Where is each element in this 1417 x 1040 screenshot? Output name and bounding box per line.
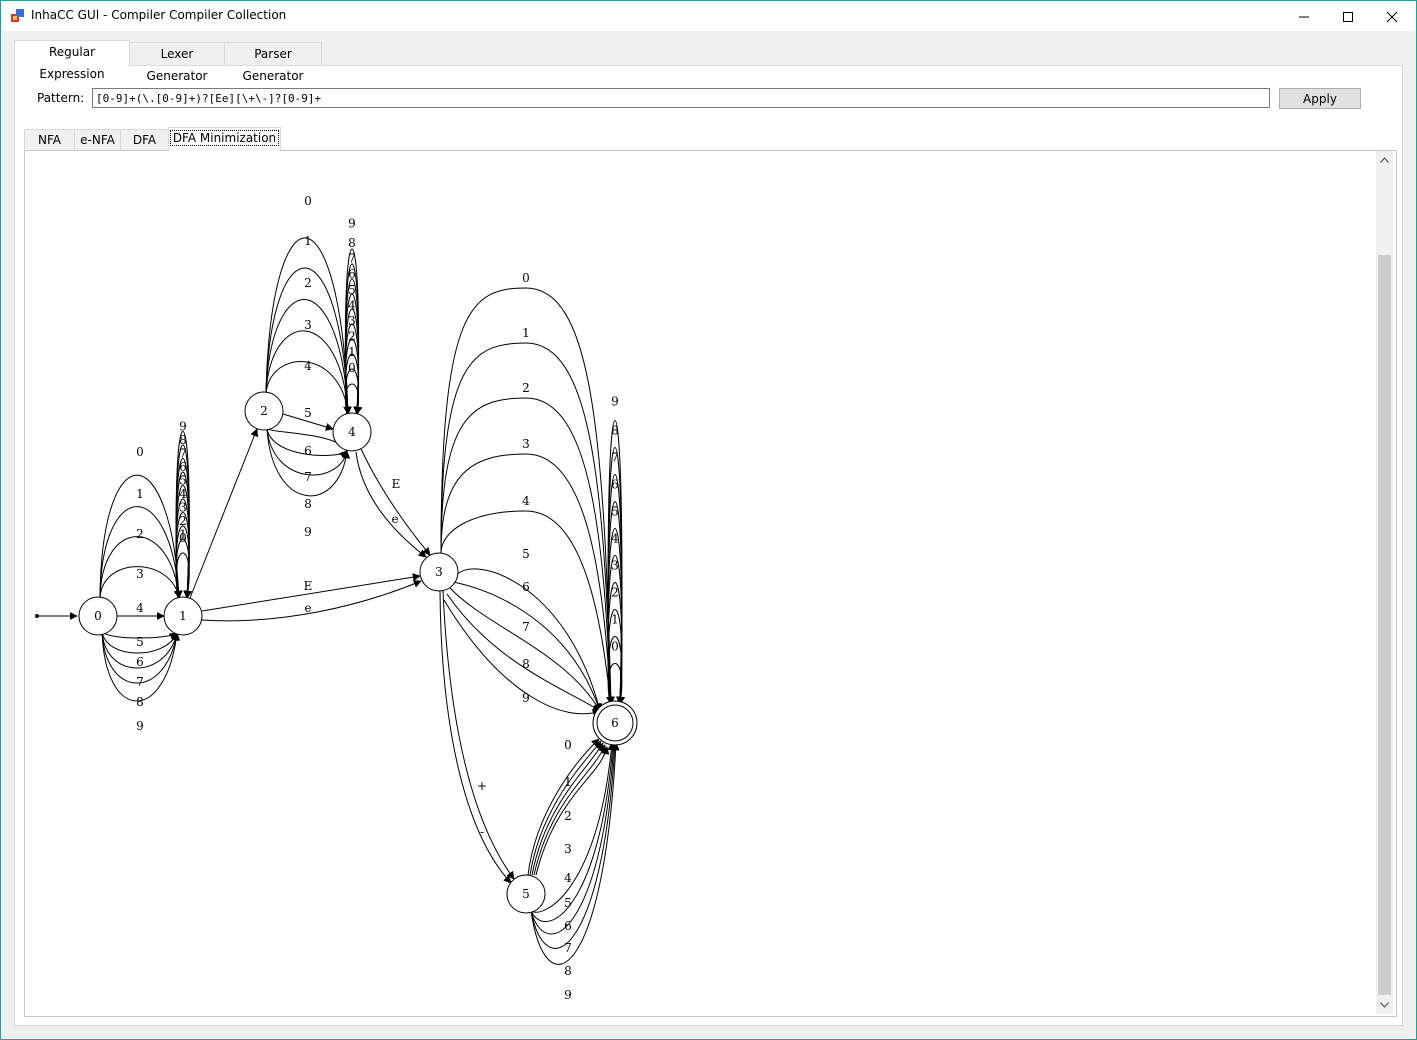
state-4-label: 4 <box>348 425 356 439</box>
edge-label-5-6-9: 9 <box>564 988 572 1002</box>
edge-label-2-4-4: 4 <box>304 359 312 373</box>
loop-label-4-3: 3 <box>348 314 356 328</box>
edge-label-0-1-6: 6 <box>136 655 144 669</box>
maximize-icon <box>1343 11 1353 22</box>
loop-label-6-6: 6 <box>611 478 619 492</box>
pattern-input[interactable]: [0-9]+(\.[0-9]+)?[Ee][\+\-]?[0-9]+ <box>92 88 1270 108</box>
edge-label-0-1-1: 1 <box>136 487 144 501</box>
edge-label-3-6-7: 7 <box>522 620 530 634</box>
graph-nodes: 0 1 2 3 4 5 6 <box>78 391 638 914</box>
edge-4-3-E <box>360 448 431 556</box>
loop-label-6-0: 0 <box>611 640 619 654</box>
edge-label-3-6-6: 6 <box>522 580 530 594</box>
edge-label-3-6-5: 5 <box>522 547 530 561</box>
edge-label-5-6-2: 2 <box>564 809 572 823</box>
maximize-button[interactable] <box>1325 2 1371 31</box>
graph-canvas: 01234567890123456789Ee012345678901234567… <box>24 150 1397 1017</box>
edge-label-2-4-5: 5 <box>304 406 312 420</box>
edge-label-3-5-plus: + <box>477 779 487 793</box>
minimize-icon <box>1299 16 1309 17</box>
title-bar: InhaCC GUI - Compiler Compiler Collectio… <box>1 1 1416 31</box>
window-title: InhaCC GUI - Compiler Compiler Collectio… <box>31 8 287 22</box>
scroll-down-button[interactable] <box>1376 996 1393 1013</box>
edge-label-3-6-1: 1 <box>522 326 530 340</box>
edge-label-3-6-0: 0 <box>522 271 530 285</box>
edge-label-2-4-9: 9 <box>304 525 312 539</box>
edge-label-1-3-e: e <box>304 601 311 615</box>
edge-label-0-1-4: 4 <box>136 601 144 615</box>
edge-3-5-minus <box>439 590 512 884</box>
edge-label-0-1-8: 8 <box>136 695 144 709</box>
tab-lexer-generator[interactable]: Lexer Generator <box>129 42 225 83</box>
dfa-graph: 01234567890123456789Ee012345678901234567… <box>35 194 638 1002</box>
edge-label-2-4-0: 0 <box>304 194 312 208</box>
edge-label-5-6-0: 0 <box>564 738 572 752</box>
edge-label-3-5-minus: - <box>480 825 484 839</box>
edge-3-6-4 <box>440 510 615 705</box>
edge-3-6-1 <box>440 342 615 705</box>
edge-1-2 <box>189 428 259 599</box>
edge-label-2-4-1: 1 <box>304 234 312 248</box>
edge-label-3-6-4: 4 <box>522 494 530 508</box>
tab-e-nfa[interactable]: e-NFA <box>74 129 121 150</box>
edge-label-5-6-7: 7 <box>564 941 572 955</box>
edge-label-4-3-E: E <box>392 477 401 491</box>
edge-label-5-6-8: 8 <box>564 964 572 978</box>
state-1-label: 1 <box>179 609 187 623</box>
edge-label-1-3-E: E <box>304 579 313 593</box>
edge-label-0-1-3: 3 <box>136 567 144 581</box>
edge-label-0-1-0: 0 <box>136 445 144 459</box>
loop-label-4-9: 9 <box>348 216 356 230</box>
edge-3-5-plus <box>442 590 515 880</box>
tab-parser-generator[interactable]: Parser Generator <box>224 42 322 83</box>
loop-label-1-9: 9 <box>179 420 187 434</box>
edge-label-0-1-9: 9 <box>136 719 144 733</box>
edge-label-5-6-4: 4 <box>564 871 572 885</box>
tab-nfa[interactable]: NFA <box>24 129 75 150</box>
scrollbar-thumb[interactable] <box>1378 255 1391 995</box>
edge-label-3-6-9: 9 <box>522 691 530 705</box>
edge-5-6-7 <box>530 742 618 935</box>
edge-label-3-6-2: 2 <box>522 381 530 395</box>
chevron-up-icon <box>1380 156 1389 163</box>
tab-dfa-minimization[interactable]: DFA Minimization <box>168 127 281 151</box>
edge-4-3-e <box>355 451 427 558</box>
minimize-button[interactable] <box>1281 2 1327 31</box>
edge-label-2-4-7: 7 <box>304 470 312 484</box>
close-button[interactable] <box>1369 2 1415 31</box>
loop-label-6-1: 1 <box>611 613 619 627</box>
tab-dfa[interactable]: DFA <box>120 129 169 150</box>
chevron-down-icon <box>1380 1001 1389 1008</box>
scroll-up-button[interactable] <box>1376 151 1393 168</box>
loop-label-6-9: 9 <box>611 395 619 409</box>
tab-regular-expression[interactable]: Regular Expression <box>14 40 130 81</box>
pattern-label: Pattern: <box>37 91 85 105</box>
tab-dfa-minimization-label: DFA Minimization <box>169 130 280 146</box>
edge-label-5-6-3: 3 <box>564 842 572 856</box>
state-3-label: 3 <box>435 565 443 579</box>
edge-label-3-6-8: 8 <box>522 657 530 671</box>
edge-label-2-4-6: 6 <box>304 444 312 458</box>
apply-button[interactable]: Apply <box>1279 88 1361 109</box>
state-0-label: 0 <box>94 609 102 623</box>
edge-label-0-1-5: 5 <box>136 635 144 649</box>
edge-label-2-4-3: 3 <box>304 318 312 332</box>
edge-label-2-4-2: 2 <box>304 276 312 290</box>
loop-label-4-0: 0 <box>348 361 356 375</box>
state-5-label: 5 <box>522 887 530 901</box>
app-icon <box>11 9 24 22</box>
state-6-label: 6 <box>611 716 619 730</box>
edge-label-2-4-8: 8 <box>304 497 312 511</box>
loop-label-4-8: 8 <box>348 236 356 250</box>
close-icon <box>1386 11 1398 22</box>
edge-label-4-3-e: e <box>391 512 398 526</box>
edge-label-3-6-3: 3 <box>522 437 530 451</box>
state-2-label: 2 <box>260 404 268 418</box>
edge-label-0-1-2: 2 <box>136 527 144 541</box>
